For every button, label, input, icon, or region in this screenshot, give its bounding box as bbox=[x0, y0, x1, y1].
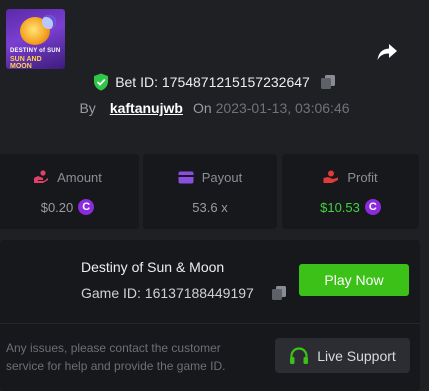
share-button[interactable] bbox=[374, 40, 400, 66]
copy-game-id-icon[interactable] bbox=[271, 285, 287, 301]
card-divider bbox=[0, 323, 420, 324]
moon-artwork bbox=[42, 15, 56, 29]
bet-meta-row: By kaftanujwb On 2023-01-13, 03:06:46 bbox=[0, 98, 429, 118]
hand-coins-icon bbox=[34, 170, 49, 183]
profit-value: $10.53 bbox=[320, 199, 360, 215]
game-title: Destiny of Sun & Moon bbox=[81, 259, 225, 275]
bet-id-row: Bet ID: 1754871215157232647 bbox=[0, 71, 429, 93]
payout-value: 53.6 x bbox=[192, 199, 228, 215]
profit-label: Profit bbox=[347, 169, 378, 185]
amount-value: $0.20 bbox=[40, 199, 74, 215]
stat-profit: Profit $10.53 C bbox=[282, 154, 419, 229]
live-support-button[interactable]: Live Support bbox=[275, 338, 410, 373]
amount-label: Amount bbox=[57, 169, 102, 185]
stat-amount: Amount $0.20 C bbox=[0, 154, 139, 229]
support-message: Any issues, please contact the customer … bbox=[6, 341, 226, 373]
headset-icon bbox=[290, 346, 309, 364]
stat-payout: Payout 53.6 x bbox=[143, 154, 277, 229]
thumbnail-title-line2: SUN AND MOON bbox=[10, 56, 42, 69]
copy-bet-id-icon[interactable] bbox=[320, 74, 336, 90]
coin-icon: C bbox=[78, 199, 95, 215]
username-link[interactable]: kaftanujwb bbox=[110, 100, 183, 116]
coin-icon: C bbox=[364, 199, 381, 215]
bet-stats: Amount $0.20 C Payout 53.6 x Profit $10.… bbox=[0, 154, 429, 229]
wallet-card-icon bbox=[178, 171, 194, 183]
live-support-label: Live Support bbox=[317, 347, 396, 364]
verified-shield-icon bbox=[93, 73, 109, 91]
bet-id-text: Bet ID: 1754871215157232647 bbox=[115, 74, 310, 90]
by-label: By bbox=[79, 100, 96, 116]
share-arrow-icon bbox=[377, 44, 397, 60]
payout-label: Payout bbox=[201, 169, 243, 185]
bet-details-page: Bet ID: 1754871215157232647 By kaftanujw… bbox=[0, 0, 429, 391]
play-now-button[interactable]: Play Now bbox=[299, 264, 409, 296]
game-id-text: Game ID: 16137188449197 bbox=[81, 285, 254, 301]
bet-datetime: 2023-01-13, 03:06:46 bbox=[215, 100, 350, 116]
hand-money-icon bbox=[323, 170, 339, 183]
thumbnail-title-line1: DESTINY of SUN bbox=[10, 48, 61, 54]
game-id-row: Game ID: 16137188449197 bbox=[81, 283, 291, 303]
on-label: On bbox=[192, 100, 212, 116]
game-thumbnail[interactable]: DESTINY of SUN SUN AND MOON bbox=[6, 9, 65, 69]
